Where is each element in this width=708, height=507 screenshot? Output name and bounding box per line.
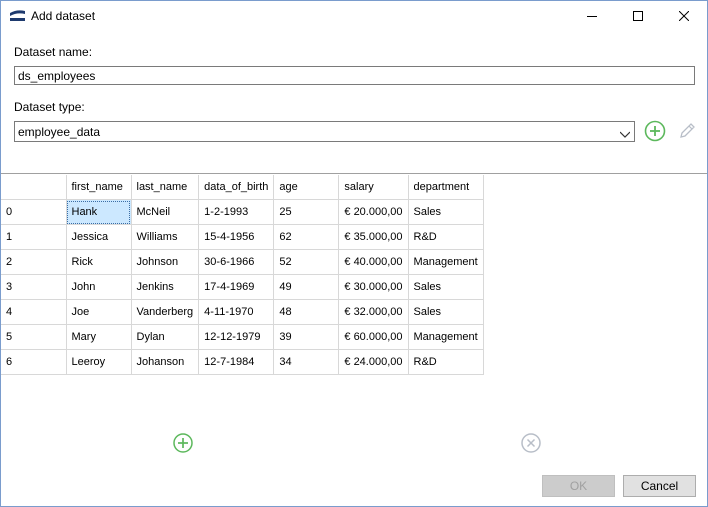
table-cell[interactable]: 15-4-1956 [198, 224, 275, 250]
table-cell[interactable]: Leeroy [66, 349, 132, 375]
data-grid: first_name last_name data_of_birth age s… [1, 175, 484, 375]
table-cell[interactable]: 62 [273, 224, 340, 250]
table-cell[interactable]: John [66, 274, 132, 300]
close-button[interactable] [661, 1, 707, 31]
table-cell[interactable]: Johnson [131, 249, 200, 275]
table-row[interactable]: 3 John Jenkins 17-4-1969 49 € 30.000,00 … [1, 274, 484, 300]
table-cell[interactable]: Jenkins [131, 274, 200, 300]
table-cell[interactable]: Rick [66, 249, 132, 275]
row-index[interactable]: 3 [1, 274, 67, 300]
table-cell[interactable]: 17-4-1969 [198, 274, 275, 300]
dataset-name-label: Dataset name: [14, 45, 93, 59]
header-row: first_name last_name data_of_birth age s… [1, 175, 484, 200]
column-header[interactable]: data_of_birth [198, 175, 275, 200]
table-cell[interactable]: 1-2-1993 [198, 199, 275, 225]
add-row-button[interactable] [172, 432, 194, 454]
table-cell[interactable]: 52 [273, 249, 340, 275]
title-bar[interactable]: Add dataset [1, 1, 707, 31]
table-row[interactable]: 0 Hank McNeil 1-2-1993 25 € 20.000,00 Sa… [1, 199, 484, 225]
plus-circle-icon [173, 433, 193, 453]
close-circle-icon [521, 433, 541, 453]
cancel-button[interactable]: Cancel [623, 475, 696, 497]
table-row[interactable]: 4 Joe Vanderberg 4-11-1970 48 € 32.000,0… [1, 299, 484, 325]
table-cell[interactable]: 34 [273, 349, 340, 375]
column-header[interactable]: age [273, 175, 340, 200]
table-cell[interactable]: € 35.000,00 [338, 224, 409, 250]
table-cell[interactable]: R&D [408, 349, 484, 375]
table-cell[interactable]: Mary [66, 324, 132, 350]
column-header[interactable]: department [408, 175, 484, 200]
edit-type-button[interactable] [676, 120, 698, 142]
column-header[interactable]: last_name [131, 175, 200, 200]
separator [1, 173, 707, 174]
row-index[interactable]: 6 [1, 349, 67, 375]
ok-button[interactable]: OK [542, 475, 615, 497]
table-row[interactable]: 6 Leeroy Johanson 12-7-1984 34 € 24.000,… [1, 349, 484, 375]
table-cell[interactable]: € 40.000,00 [338, 249, 409, 275]
table-cell[interactable]: 4-11-1970 [198, 299, 275, 325]
table-cell[interactable]: 39 [273, 324, 340, 350]
table-cell[interactable]: Williams [131, 224, 200, 250]
table-cell[interactable]: Johanson [131, 349, 200, 375]
table-cell[interactable]: 12-12-1979 [198, 324, 275, 350]
table-cell[interactable]: 49 [273, 274, 340, 300]
table-cell[interactable]: Hank [66, 199, 132, 225]
app-icon [9, 9, 26, 23]
dataset-name-input[interactable]: ds_employees [14, 66, 695, 85]
table-row[interactable]: 5 Mary Dylan 12-12-1979 39 € 60.000,00 M… [1, 324, 484, 350]
maximize-button[interactable] [615, 1, 661, 31]
row-index[interactable]: 5 [1, 324, 67, 350]
table-cell[interactable]: Vanderberg [131, 299, 200, 325]
column-header[interactable]: first_name [66, 175, 132, 200]
window-title: Add dataset [31, 9, 96, 23]
row-index[interactable]: 0 [1, 199, 67, 225]
table-cell[interactable]: 25 [273, 199, 340, 225]
add-type-button[interactable] [644, 120, 666, 142]
pencil-icon [680, 123, 695, 138]
row-index[interactable]: 4 [1, 299, 67, 325]
table-row[interactable]: 1 Jessica Williams 15-4-1956 62 € 35.000… [1, 224, 484, 250]
corner-header [1, 175, 67, 200]
dataset-type-label: Dataset type: [14, 100, 85, 114]
table-cell[interactable]: 30-6-1966 [198, 249, 275, 275]
table-cell[interactable]: Sales [408, 299, 484, 325]
table-cell[interactable]: Management [408, 249, 484, 275]
minimize-button[interactable] [569, 1, 615, 31]
table-cell[interactable]: € 60.000,00 [338, 324, 409, 350]
table-cell[interactable]: Jessica [66, 224, 132, 250]
table-cell[interactable]: € 32.000,00 [338, 299, 409, 325]
row-index[interactable]: 1 [1, 224, 67, 250]
row-index[interactable]: 2 [1, 249, 67, 275]
add-dataset-dialog: Add dataset Dataset name: ds_employees D… [0, 0, 708, 507]
table-cell[interactable]: R&D [408, 224, 484, 250]
table-cell[interactable]: Joe [66, 299, 132, 325]
column-header[interactable]: salary [338, 175, 409, 200]
chevron-down-icon[interactable] [619, 127, 631, 141]
dataset-type-select[interactable]: employee_data [14, 121, 635, 142]
table-cell[interactable]: 48 [273, 299, 340, 325]
table-cell[interactable]: Dylan [131, 324, 200, 350]
table-cell[interactable]: 12-7-1984 [198, 349, 275, 375]
table-cell[interactable]: € 30.000,00 [338, 274, 409, 300]
table-cell[interactable]: € 24.000,00 [338, 349, 409, 375]
dataset-type-value: employee_data [18, 125, 101, 139]
remove-row-button[interactable] [520, 432, 542, 454]
table-cell[interactable]: McNeil [131, 199, 200, 225]
plus-circle-icon [644, 120, 666, 142]
table-row[interactable]: 2 Rick Johnson 30-6-1966 52 € 40.000,00 … [1, 249, 484, 275]
table-cell[interactable]: Sales [408, 199, 484, 225]
table-cell[interactable]: Management [408, 324, 484, 350]
table-cell[interactable]: Sales [408, 274, 484, 300]
table-cell[interactable]: € 20.000,00 [338, 199, 409, 225]
